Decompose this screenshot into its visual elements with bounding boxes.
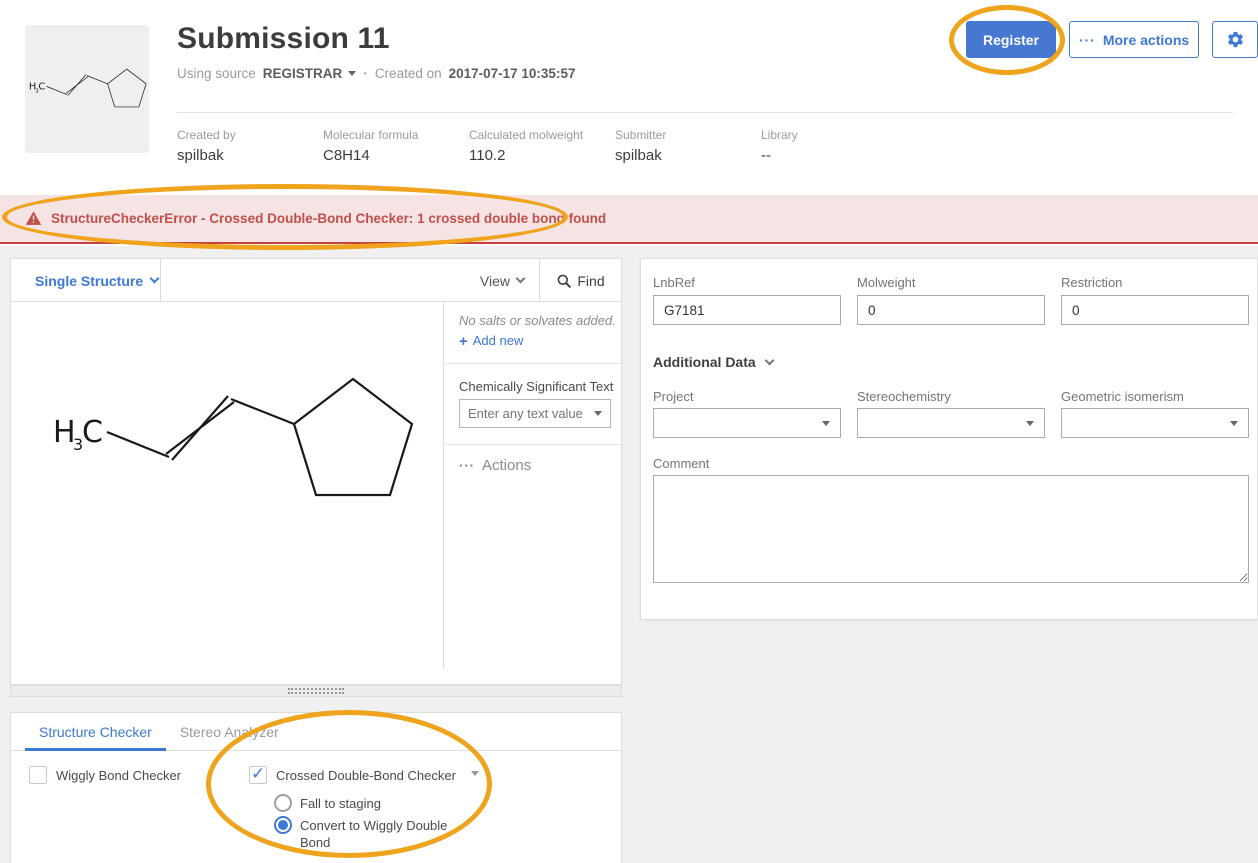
search-icon (556, 273, 572, 289)
structure-thumbnail-drawing (25, 25, 149, 153)
actions-menu[interactable]: ··· Actions (459, 457, 531, 474)
divider (444, 363, 623, 364)
chevron-down-icon (150, 274, 160, 284)
panel-divider (443, 302, 444, 669)
summary-created-by: Created by spilbak (177, 128, 323, 164)
fall-to-staging-label: Fall to staging (300, 794, 381, 811)
geometric-isomerism-select[interactable] (1061, 408, 1249, 438)
cst-input-wrap (459, 399, 611, 428)
molweight-label: Molweight (857, 275, 916, 290)
structure-panel-header: Single Structure View Find (11, 259, 621, 302)
drag-handle-icon (288, 688, 344, 694)
wiggly-bond-checkbox[interactable] (29, 766, 47, 784)
chevron-down-icon (516, 274, 526, 284)
summary-calculated-molweight: Calculated molweight 110.2 (469, 128, 615, 164)
convert-to-wiggly-option: Convert to Wiggly Double Bond (274, 816, 460, 852)
stereochemistry-select[interactable] (857, 408, 1045, 438)
source-dropdown[interactable]: REGISTRAR (263, 66, 357, 81)
structure-panel: Single Structure View Find No salts or s… (10, 258, 622, 685)
chevron-down-icon (1026, 421, 1034, 426)
more-actions-button[interactable]: ··· More actions (1069, 21, 1199, 58)
cst-label: Chemically Significant Text (459, 379, 613, 394)
error-message: StructureCheckerError - Crossed Double-B… (51, 211, 606, 226)
fall-to-staging-radio[interactable] (274, 794, 292, 812)
details-form-panel: LnbRef Molweight Restriction Additional … (640, 258, 1258, 620)
chevron-down-icon[interactable] (594, 411, 602, 416)
page-title: Submission 11 (177, 22, 390, 56)
chevron-down-icon (348, 71, 356, 76)
source-line: Using source REGISTRAR · Created on 2017… (177, 66, 575, 81)
crossed-double-bond-checker-row: Crossed Double-Bond Checker (249, 766, 479, 784)
panel-resize-splitter[interactable] (10, 685, 622, 697)
lnbref-field[interactable] (653, 295, 841, 325)
structure-thumbnail (25, 25, 149, 153)
summary-row: Created by spilbak Molecular formula C8H… (177, 128, 907, 164)
tab-stereo-analyzer[interactable]: Stereo Analyzer (166, 713, 293, 751)
restriction-label: Restriction (1061, 275, 1122, 290)
salts-empty-text: No salts or solvates added. (459, 313, 617, 328)
geometric-isomerism-label: Geometric isomerism (1061, 389, 1184, 404)
molweight-field[interactable] (857, 295, 1045, 325)
wiggly-bond-checker-row: Wiggly Bond Checker (29, 766, 181, 784)
chevron-down-icon (822, 421, 830, 426)
created-on-value: 2017-07-17 10:35:57 (449, 66, 576, 81)
find-button[interactable]: Find (539, 259, 621, 302)
error-banner: StructureCheckerError - Crossed Double-B… (0, 195, 1258, 244)
comment-label: Comment (653, 456, 709, 471)
comment-field[interactable] (653, 475, 1249, 583)
convert-to-wiggly-label: Convert to Wiggly Double Bond (300, 816, 460, 852)
header-divider (177, 112, 1233, 113)
view-menu[interactable]: View (480, 259, 524, 302)
register-button[interactable]: Register (966, 21, 1056, 58)
registration-app: H 3 C Submission 11 Using source REGISTR… (0, 0, 1258, 863)
wiggly-bond-label: Wiggly Bond Checker (56, 766, 181, 783)
structure-canvas[interactable] (11, 302, 443, 669)
chevron-down-icon (764, 355, 774, 365)
stereochemistry-label: Stereochemistry (857, 389, 951, 404)
actions-dots-icon: ··· (459, 458, 475, 473)
using-source-label: Using source (177, 66, 256, 81)
lnbref-label: LnbRef (653, 275, 695, 290)
settings-button[interactable] (1212, 21, 1258, 58)
checker-tabs: Structure Checker Stereo Analyzer (11, 713, 621, 751)
project-select[interactable] (653, 408, 841, 438)
plus-icon: + (459, 333, 468, 350)
project-label: Project (653, 389, 693, 404)
convert-to-wiggly-radio[interactable] (274, 816, 292, 834)
more-actions-dots-icon: ··· (1079, 32, 1096, 48)
divider (444, 444, 623, 445)
structure-mode-selector[interactable]: Single Structure (11, 259, 161, 302)
source-value: REGISTRAR (263, 66, 343, 81)
checker-panel: Structure Checker Stereo Analyzer Wiggly… (10, 712, 622, 863)
additional-data-toggle[interactable]: Additional Data (653, 354, 773, 370)
crossed-double-bond-label: Crossed Double-Bond Checker (276, 766, 456, 783)
restriction-field[interactable] (1061, 295, 1249, 325)
add-salt-link[interactable]: + Add new (459, 333, 523, 350)
crossed-double-bond-checkbox[interactable] (249, 766, 267, 784)
gear-icon (1226, 30, 1245, 49)
created-on-label: Created on (375, 66, 442, 81)
summary-submitter: Submitter spilbak (615, 128, 761, 164)
cst-input[interactable] (468, 406, 590, 421)
summary-molecular-formula: Molecular formula C8H14 (323, 128, 469, 164)
warning-triangle-icon (25, 210, 42, 227)
chevron-down-icon (1230, 421, 1238, 426)
fall-to-staging-option: Fall to staging (274, 794, 381, 812)
chevron-down-icon[interactable] (471, 771, 479, 776)
summary-library: Library -- (761, 128, 907, 164)
separator-dot: · (363, 66, 368, 81)
tab-structure-checker[interactable]: Structure Checker (25, 713, 166, 751)
